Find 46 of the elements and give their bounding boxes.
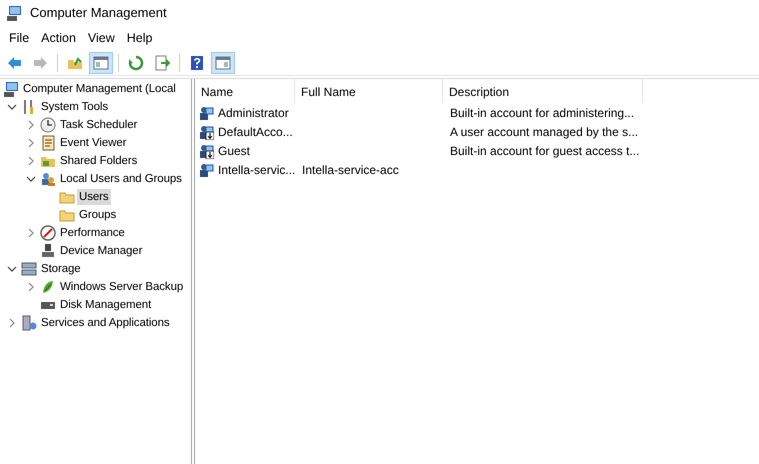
tree-item[interactable]: Disk Management <box>58 297 154 313</box>
tree-item[interactable]: Computer Management (Local <box>21 81 178 97</box>
user-description: Built-in account for administering... <box>450 106 634 120</box>
tree-item[interactable]: Users <box>77 189 111 205</box>
tree-item[interactable]: Task Scheduler <box>58 117 140 133</box>
pane-toggle-icon <box>93 54 109 70</box>
tree-item[interactable]: Local Users and Groups <box>58 171 184 187</box>
tree-item[interactable]: Windows Server Backup <box>58 279 186 295</box>
column-header[interactable]: Description <box>443 79 643 103</box>
users-icon <box>40 171 56 187</box>
menu-item[interactable]: View <box>82 26 121 50</box>
tree-item[interactable]: Shared Folders <box>58 153 140 169</box>
column-header[interactable]: Full Name <box>295 79 443 103</box>
clock-icon <box>40 117 56 133</box>
pane-toggle-icon <box>215 54 231 70</box>
export-icon <box>154 54 170 70</box>
user-name[interactable]: Administrator <box>218 106 289 120</box>
tree-item[interactable]: Performance <box>58 225 127 241</box>
leaf-icon <box>40 279 56 295</box>
menu-item[interactable]: Action <box>35 26 82 50</box>
full-name: Intella-service-acc <box>302 162 399 176</box>
tree-item[interactable]: Device Manager <box>58 243 144 259</box>
refresh-icon <box>128 54 144 70</box>
computer-icon <box>3 81 19 97</box>
menu-item[interactable]: File <box>3 26 36 50</box>
toolbar-button[interactable] <box>89 52 113 74</box>
tree-item[interactable]: System Tools <box>39 99 110 115</box>
forward-arrow-icon <box>32 54 48 70</box>
user-description: Built-in account for guest access t... <box>450 144 640 158</box>
tree-item[interactable]: Event Viewer <box>58 135 128 151</box>
up-folder-icon <box>67 54 83 70</box>
device-icon <box>40 243 56 259</box>
log-book-icon <box>40 135 56 151</box>
tree-item[interactable]: Services and Applications <box>39 315 172 331</box>
user-description: A user account managed by the s... <box>450 124 638 138</box>
tree-item[interactable]: Storage <box>39 261 83 277</box>
column-header[interactable]: Name <box>195 79 295 103</box>
tree-item[interactable]: Groups <box>77 207 118 223</box>
back-arrow-icon <box>6 54 22 70</box>
user-name[interactable]: Intella-servic... <box>218 162 296 176</box>
storage-icon <box>21 261 37 277</box>
menu-item[interactable]: Help <box>120 26 158 50</box>
window-title: Computer Management <box>30 4 167 22</box>
help-icon <box>189 54 205 70</box>
toolbar-button[interactable] <box>211 52 235 74</box>
computer-icon <box>6 5 22 21</box>
